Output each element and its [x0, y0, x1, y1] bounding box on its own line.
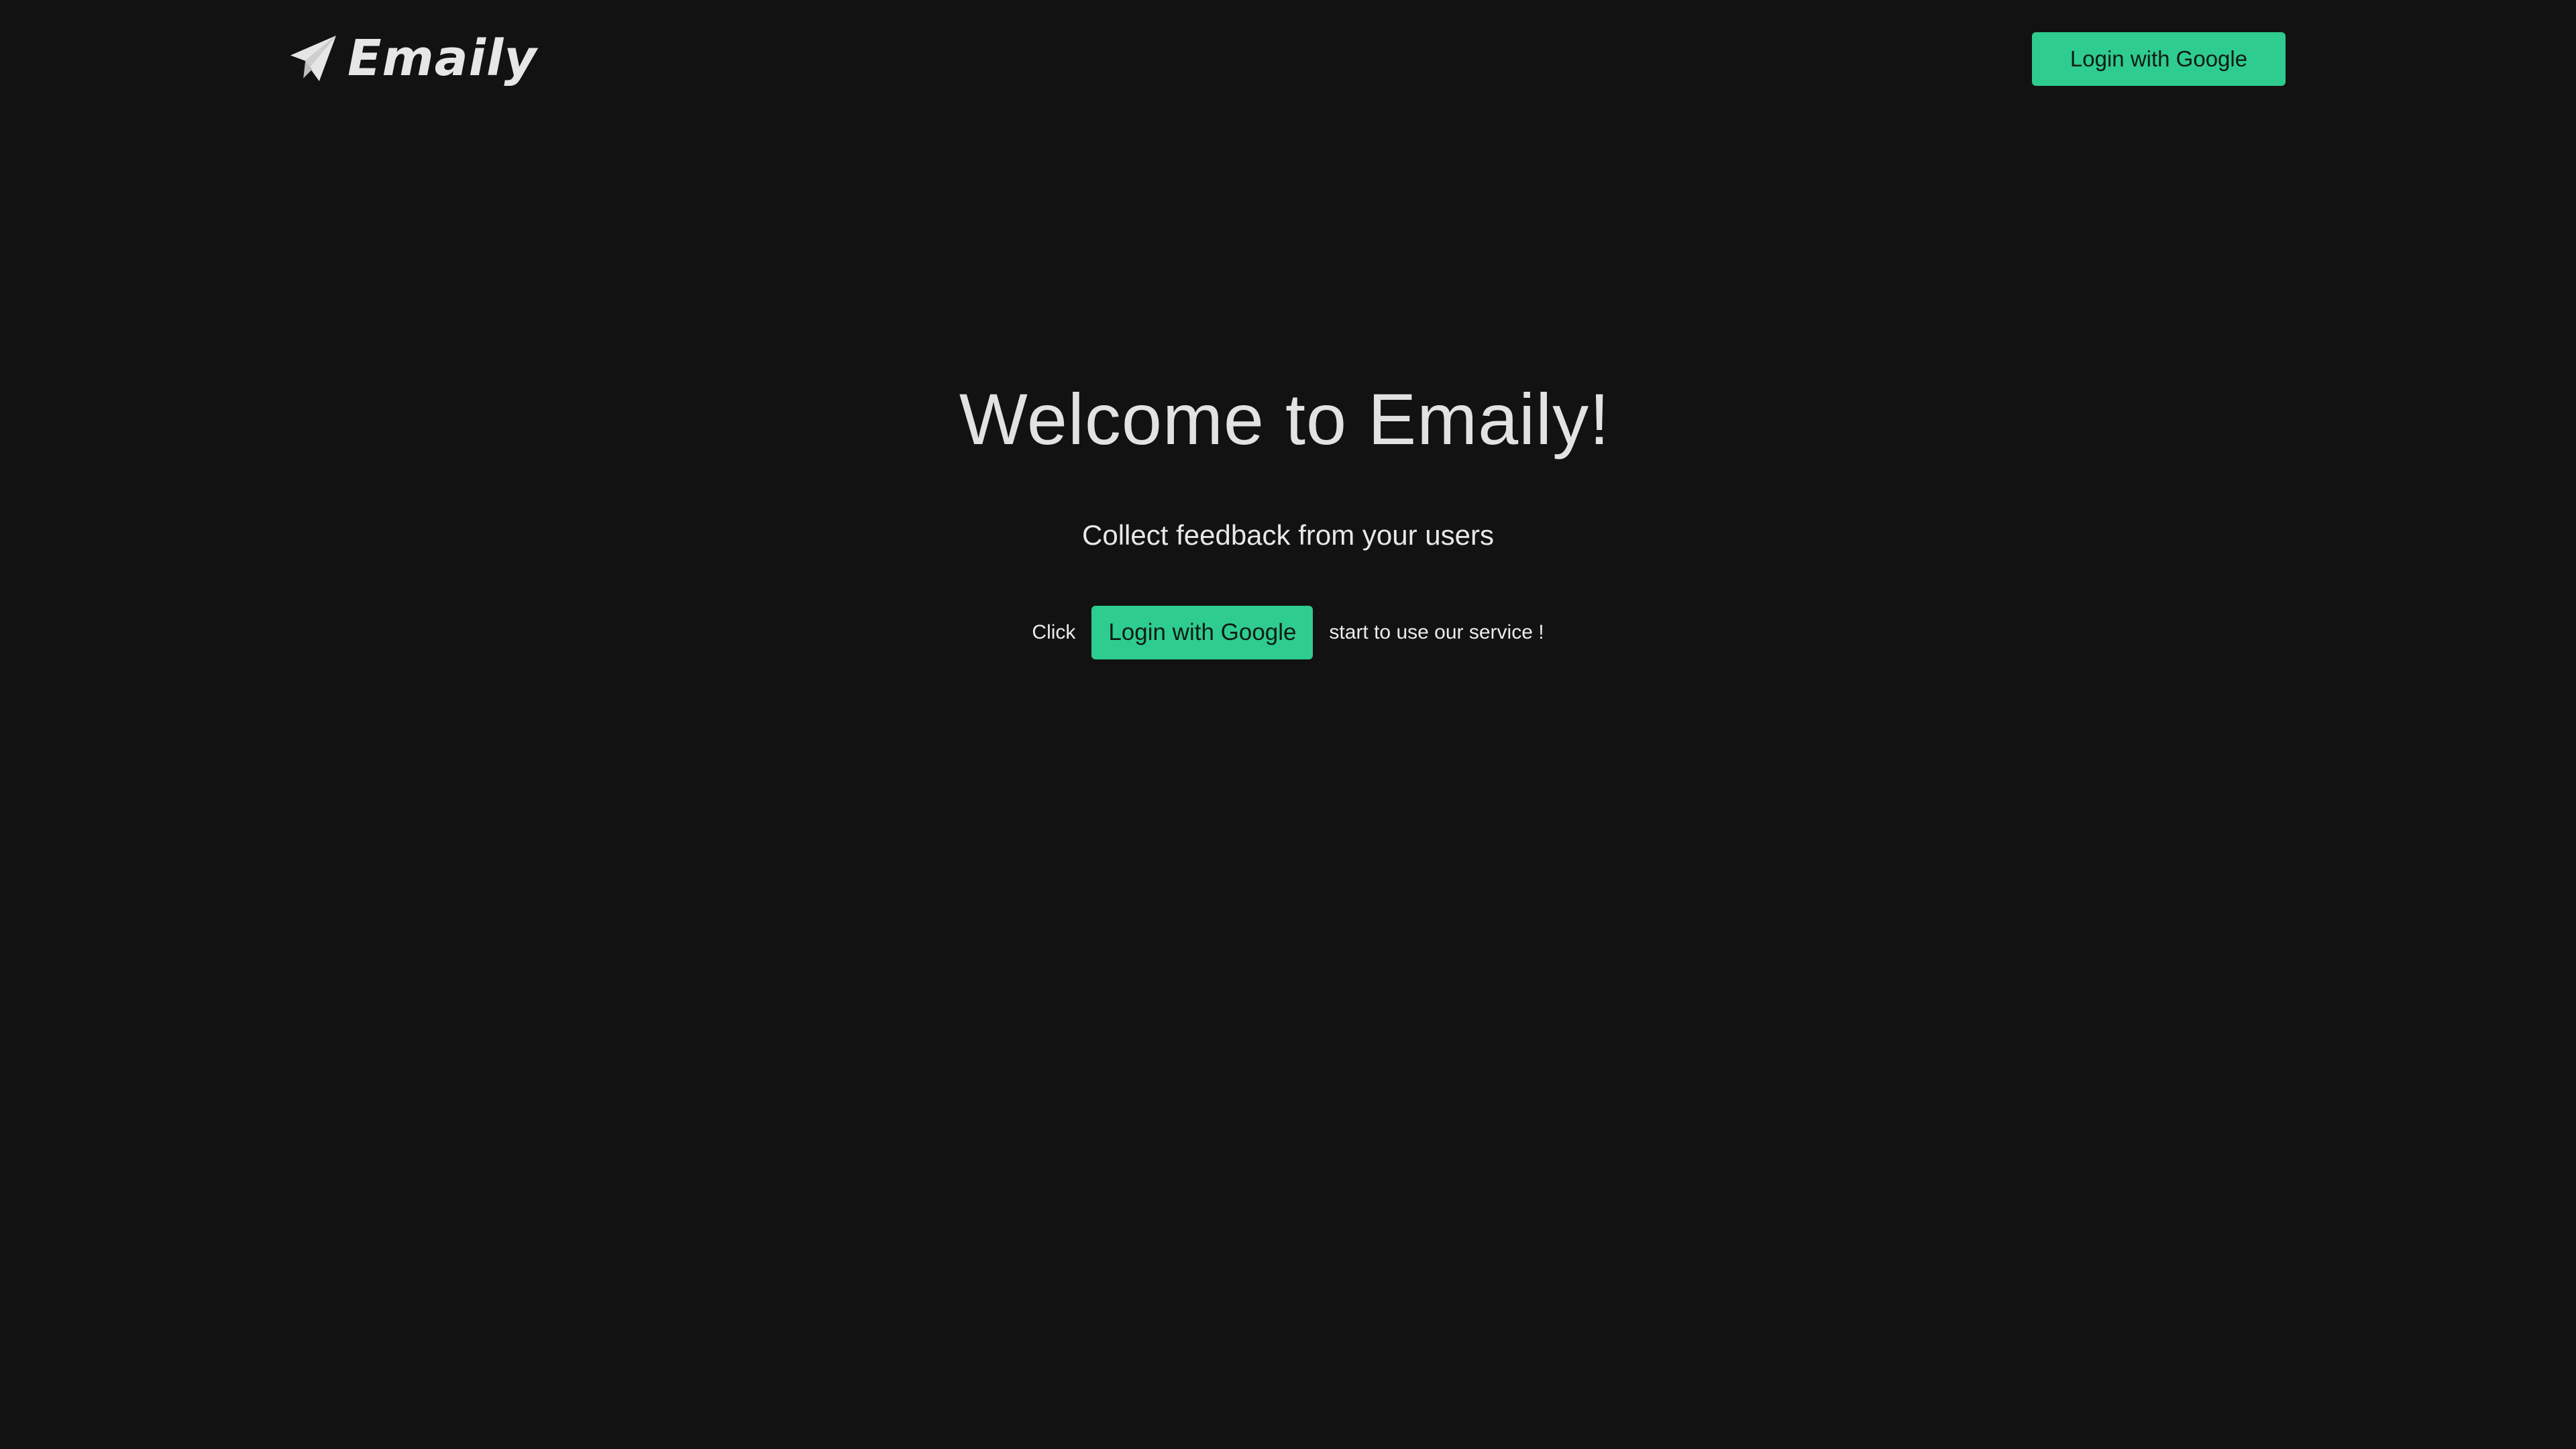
header-login-google-button[interactable]: Login with Google [2032, 32, 2286, 86]
brand-name: Emaily [347, 30, 537, 87]
page-title: Welcome to Emaily! [959, 378, 1611, 460]
cta-row: Click Login with Google start to use our… [0, 606, 2576, 659]
cta-login-google-button[interactable]: Login with Google [1091, 606, 1313, 659]
page-subtitle: Collect feedback from your users [1082, 519, 1494, 551]
brand-logo-link[interactable]: Emaily [288, 28, 537, 89]
cta-suffix-text: start to use our service ! [1329, 621, 1544, 643]
cta-prefix-text: Click [1032, 621, 1076, 643]
landing-page: Emaily Login with Google Welcome to Emai… [0, 0, 2576, 1449]
paper-plane-icon [288, 34, 338, 83]
